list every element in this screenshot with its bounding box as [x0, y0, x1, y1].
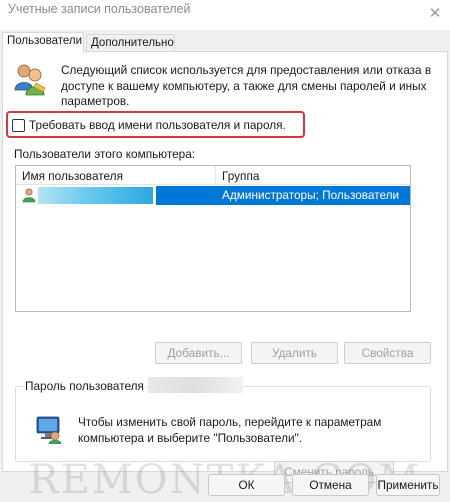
- user-icon: [22, 188, 36, 203]
- column-header-group[interactable]: Группа: [216, 166, 410, 185]
- users-icon: [14, 64, 46, 96]
- require-login-label[interactable]: Требовать ввод имени пользователя и паро…: [29, 118, 286, 132]
- users-listview[interactable]: Имя пользователя Группа Администраторы; …: [15, 165, 411, 312]
- password-group: Пароль пользователя Чтобы изменить свой …: [15, 377, 431, 483]
- redacted-username: [38, 187, 153, 204]
- column-header-username[interactable]: Имя пользователя: [16, 166, 216, 185]
- dialog-body: Пользователи Дополнительно Следующий спи…: [0, 30, 450, 502]
- redacted-account-name: [148, 377, 243, 393]
- password-description: Чтобы изменить свой пароль, перейдите к …: [78, 415, 382, 445]
- add-user-button[interactable]: Добавить...: [155, 342, 242, 364]
- users-list-label: Пользователи этого компьютера:: [14, 147, 196, 161]
- close-icon: ✕: [428, 5, 442, 22]
- password-group-title: Пароль пользователя: [23, 379, 146, 393]
- table-row[interactable]: Администраторы; Пользователи: [16, 186, 410, 205]
- apply-button[interactable]: Применить: [376, 474, 440, 496]
- require-login-row[interactable]: Требовать ввод имени пользователя и паро…: [12, 118, 286, 132]
- close-button[interactable]: ✕: [420, 0, 450, 26]
- group-cell[interactable]: Администраторы; Пользователи: [156, 186, 410, 205]
- computer-icon: [36, 416, 62, 444]
- title-bar: Учетные записи пользователей ✕: [0, 0, 450, 30]
- intro-description: Следующий список используется для предос…: [61, 63, 432, 108]
- window-title: Учетные записи пользователей: [8, 2, 191, 16]
- ok-button[interactable]: ОК: [208, 474, 285, 496]
- remove-user-button[interactable]: Удалить: [251, 342, 338, 364]
- require-login-checkbox[interactable]: [12, 118, 25, 132]
- properties-button[interactable]: Свойства: [344, 342, 431, 364]
- tab-users[interactable]: Пользователи: [2, 32, 84, 53]
- users-tab-panel: Следующий список используется для предос…: [2, 51, 448, 483]
- cancel-button[interactable]: Отмена: [292, 474, 369, 496]
